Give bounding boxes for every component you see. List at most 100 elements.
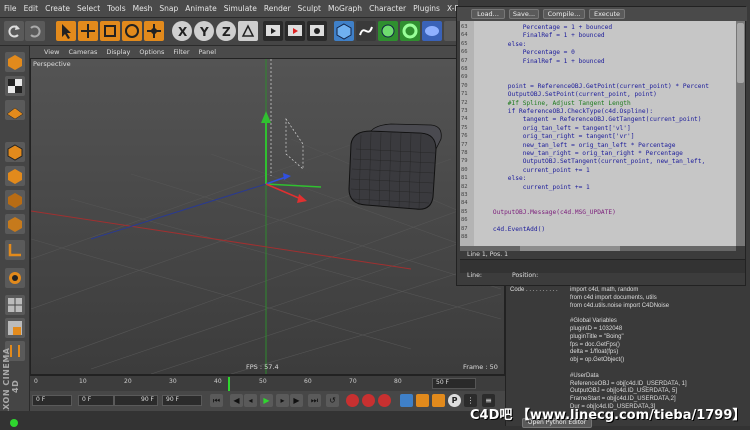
menu-item-character[interactable]: Character — [369, 4, 406, 13]
line-number: 87 — [461, 225, 468, 232]
y-axis-lock-icon[interactable]: Y — [194, 21, 214, 41]
make-editable-icon[interactable] — [5, 52, 25, 72]
scale-tool-icon[interactable] — [100, 21, 120, 41]
menu-item-render[interactable]: Render — [264, 4, 291, 13]
horizontal-scrollbar-thumb[interactable] — [520, 246, 620, 251]
line-number: 82 — [461, 183, 468, 190]
menu-item-sculpt[interactable]: Sculpt — [298, 4, 321, 13]
fps-readout: FPS : 57.4 — [246, 363, 279, 371]
code-lines: 63 Percentage = 1 + bounced 64 FinalRef =… — [460, 21, 736, 246]
editor-vertical-scrollbar[interactable] — [736, 21, 745, 246]
position-key-icon[interactable] — [400, 394, 413, 407]
spline-pen-icon[interactable] — [356, 21, 376, 41]
code-line: orig_tan_right = tangent['vr'] — [478, 133, 635, 141]
play-icon[interactable]: ▶ — [260, 394, 273, 407]
menu-item-plugins[interactable]: Plugins — [413, 4, 440, 13]
scale-key-icon[interactable] — [416, 394, 429, 407]
transform-tool-icon[interactable] — [144, 21, 164, 41]
line-number: 72 — [461, 99, 468, 106]
model-mode-icon[interactable] — [5, 142, 25, 162]
render-view-icon[interactable] — [263, 21, 283, 41]
line-number: 78 — [461, 150, 468, 156]
menu-item-select[interactable]: Select — [77, 4, 100, 13]
undo-button[interactable] — [4, 21, 24, 41]
render-settings-icon[interactable] — [307, 21, 327, 41]
editor-console — [460, 259, 745, 273]
code-preview-line: #UserData — [570, 372, 599, 379]
x-axis-lock-icon[interactable]: X — [172, 21, 192, 41]
autokey-icon[interactable] — [362, 394, 375, 407]
menu-item-edit[interactable]: Edit — [24, 4, 39, 13]
menu-item-mesh[interactable]: Mesh — [133, 4, 153, 13]
viewport-menu-panel[interactable]: Panel — [199, 48, 217, 56]
parameter-key-icon[interactable]: P — [448, 394, 461, 407]
select-tool-icon[interactable] — [56, 21, 76, 41]
tweak-mode-icon[interactable] — [5, 268, 25, 288]
rounded-cube-object[interactable] — [348, 123, 442, 210]
array-generator-icon[interactable] — [400, 21, 420, 41]
x-axis-arrow-icon[interactable] — [297, 194, 307, 203]
deformer-icon[interactable] — [422, 21, 442, 41]
previous-key-icon[interactable]: ◀ — [230, 394, 243, 407]
menu-item-mograph[interactable]: MoGraph — [328, 4, 362, 13]
locked-workplane-icon[interactable] — [5, 318, 25, 338]
scrollbar-thumb[interactable] — [737, 23, 744, 83]
code-line: else: — [478, 40, 527, 48]
move-tool-icon[interactable] — [78, 21, 98, 41]
snap-icon[interactable] — [5, 295, 25, 315]
load-button[interactable]: Load... — [471, 9, 505, 19]
playhead-marker[interactable] — [227, 377, 230, 391]
preview-range-slider[interactable]: 90 F — [114, 395, 158, 406]
menu-item-tools[interactable]: Tools — [107, 4, 125, 13]
compile-button[interactable]: Compile... — [543, 9, 585, 19]
edges-mode-icon[interactable] — [5, 214, 25, 234]
execute-button[interactable]: Execute — [589, 9, 625, 19]
keyframe-selection-icon[interactable] — [378, 394, 391, 407]
next-frame-icon[interactable]: ▸ — [276, 394, 289, 407]
go-to-start-icon[interactable]: ⏮ — [210, 394, 223, 407]
rotate-tool-icon[interactable] — [122, 21, 142, 41]
menu-item-create[interactable]: Create — [45, 4, 70, 13]
viewport-menu-cameras[interactable]: Cameras — [68, 48, 97, 56]
go-to-end-icon[interactable]: ⏭ — [308, 394, 321, 407]
coordinate-system-icon[interactable] — [238, 21, 258, 41]
menu-item-file[interactable]: File — [4, 4, 17, 13]
y-axis-arrow-icon[interactable] — [261, 111, 271, 123]
end-frame-field[interactable]: 90 F — [162, 395, 202, 406]
timeline-tick-label: 30 — [169, 378, 177, 385]
viewport-menu-filter[interactable]: Filter — [173, 48, 189, 56]
subdivision-surface-icon[interactable] — [378, 21, 398, 41]
viewport-menu-display[interactable]: Display — [106, 48, 130, 56]
start-frame-field[interactable]: 0 F — [32, 395, 72, 406]
viewport-menu-options[interactable]: Options — [139, 48, 164, 56]
code-preview[interactable]: import c4d, math, random from c4d import … — [570, 287, 750, 415]
min-frame-field[interactable]: 0 F — [78, 395, 114, 406]
current-frame-field[interactable]: 50 F — [432, 378, 476, 389]
loop-icon[interactable]: ↺ — [326, 394, 339, 407]
z-axis-lock-icon[interactable]: Z — [216, 21, 236, 41]
render-picture-viewer-icon[interactable] — [285, 21, 305, 41]
redo-button[interactable] — [25, 21, 45, 41]
next-key-icon[interactable]: ▶ — [290, 394, 303, 407]
workplane-icon[interactable] — [5, 100, 25, 120]
previous-frame-icon[interactable]: ◂ — [244, 394, 257, 407]
code-line: #If Spline, Adjust Tangent Length — [478, 99, 631, 107]
z-axis-arrow-icon[interactable] — [283, 173, 291, 180]
record-active-icon[interactable] — [346, 394, 359, 407]
viewport-menu: View Cameras Display Options Filter Panel — [30, 46, 505, 58]
viewport-perspective[interactable]: Perspective FPS : 57.4 Frame : 50 — [30, 58, 505, 375]
texture-mode-icon[interactable] — [5, 76, 25, 96]
axis-mode-icon[interactable] — [5, 240, 25, 260]
cube-primitive-icon[interactable] — [334, 21, 354, 41]
code-line: orig_tan_left = tangent['vl'] — [478, 124, 631, 132]
menu-item-animate[interactable]: Animate — [185, 4, 216, 13]
code-editor[interactable]: 63 Percentage = 1 + bounced 64 FinalRef =… — [460, 21, 736, 246]
points-mode-icon[interactable] — [5, 190, 25, 210]
rotation-key-icon[interactable] — [432, 394, 445, 407]
line-number: 65 — [461, 40, 468, 47]
viewport-menu-view[interactable]: View — [44, 48, 59, 56]
menu-item-simulate[interactable]: Simulate — [224, 4, 257, 13]
save-button[interactable]: Save... — [509, 9, 539, 19]
menu-item-snap[interactable]: Snap — [159, 4, 178, 13]
object-mode-icon[interactable] — [5, 166, 25, 186]
